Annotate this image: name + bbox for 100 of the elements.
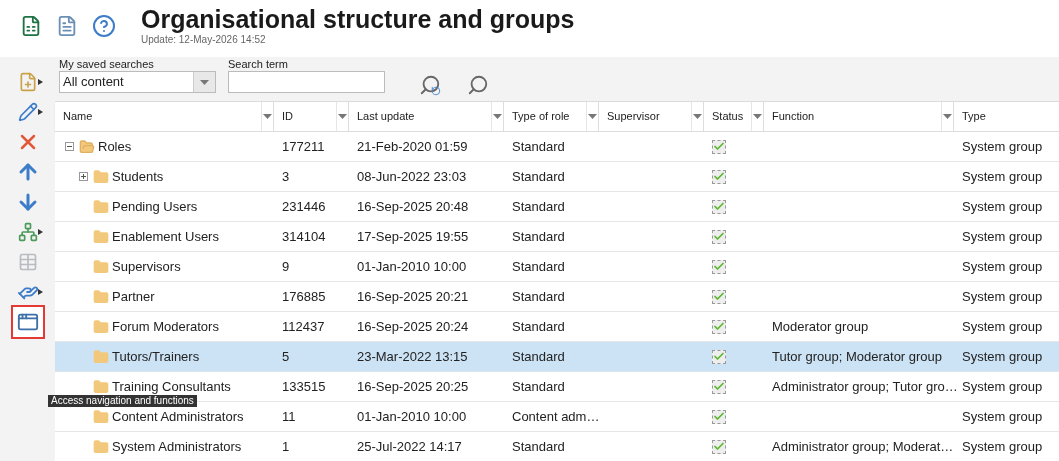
- dropdown-arrow-icon[interactable]: [693, 114, 702, 119]
- dropdown-arrow-icon[interactable]: [588, 114, 597, 119]
- update-timestamp: Update: 12-May-2026 14:52: [141, 34, 267, 46]
- table-cell-text: System group: [962, 437, 1043, 456]
- dropdown-arrow-icon[interactable]: [263, 114, 272, 119]
- table-cell-text: 17-Sep-2025 19:55: [357, 227, 469, 246]
- table-cell-text: 21-Feb-2020 01:59: [357, 137, 468, 156]
- field-label: My saved searches: [59, 58, 155, 71]
- table-cell-text: Moderator group: [772, 317, 869, 336]
- table-cell-text: 11: [282, 407, 296, 426]
- collapse-toggle[interactable]: [65, 142, 74, 151]
- caret-icon: [38, 79, 43, 85]
- table-cell-text: Standard: [512, 347, 565, 366]
- table-cell-text: 231446: [282, 197, 326, 216]
- table-cell-text: 1: [282, 437, 290, 456]
- saved-searches-dropdown[interactable]: All content: [59, 71, 216, 93]
- table-cell-text: 9: [282, 257, 290, 276]
- column-header[interactable]: Type of role: [504, 102, 599, 131]
- table-cell-text: 08-Jun-2022 23:03: [357, 167, 467, 186]
- table-cell-text: 314104: [282, 227, 326, 246]
- dropdown-arrow-icon[interactable]: [943, 114, 952, 119]
- folder-icon: [93, 378, 109, 395]
- table-cell-text: Standard: [512, 197, 565, 216]
- column-header[interactable]: Last update: [349, 102, 504, 131]
- table-cell-text: 16-Sep-2025 20:24: [357, 317, 469, 336]
- folder-icon: [93, 288, 109, 305]
- caret-icon: [38, 289, 43, 295]
- help-icon[interactable]: [92, 14, 116, 38]
- folder-icon: [93, 408, 109, 425]
- group-name: Content Administrators: [112, 407, 244, 426]
- table-cell-text: Standard: [512, 167, 565, 186]
- table-cell-text: System group: [962, 317, 1043, 336]
- group-name: Training Consultants: [112, 377, 231, 396]
- table-cell-text: 112437: [282, 317, 325, 336]
- folder-icon: [93, 258, 109, 275]
- column-header[interactable]: Supervisor: [599, 102, 704, 131]
- page-title: Organisational structure and groups: [141, 4, 575, 34]
- reset-search-icon[interactable]: [419, 74, 441, 96]
- table-cell-text: System group: [962, 377, 1043, 396]
- table-cell-text: 5: [282, 347, 290, 366]
- column-header[interactable]: Name: [55, 102, 274, 131]
- table-cell-text: 16-Sep-2025 20:21: [357, 287, 469, 306]
- table-cell-text: System group: [962, 167, 1043, 186]
- table-cell-text: Standard: [512, 287, 565, 306]
- table-cell-text: Administrator group; Moderat…: [772, 437, 954, 456]
- column-header[interactable]: Type: [954, 102, 1059, 131]
- group-name: Tutors/Trainers: [112, 347, 200, 366]
- table-cell-text: System group: [962, 287, 1043, 306]
- group-name: Forum Moderators: [112, 317, 219, 336]
- search-term-field[interactable]: [228, 71, 385, 93]
- column-header[interactable]: Function: [764, 102, 954, 131]
- column-header[interactable]: Status: [704, 102, 764, 131]
- table-cell-text: Standard: [512, 227, 565, 246]
- table-cell-text: System group: [962, 227, 1043, 246]
- table-row[interactable]: Tutors/Trainers 5 23-Mar-2022 13:15 Standard Tutor group; Moderator group System group: [55, 342, 1059, 372]
- table-cell-text: System group: [962, 347, 1043, 366]
- table-cell-text: 16-Sep-2025 20:25: [357, 377, 469, 396]
- table-cell-text: 16-Sep-2025 20:48: [357, 197, 469, 216]
- table-cell-text: Standard: [512, 137, 565, 156]
- tooltip: Access navigation and functions: [48, 395, 197, 407]
- group-name: Partner: [112, 287, 155, 306]
- table-cell-text: 23-Mar-2022 13:15: [357, 347, 468, 366]
- table-cell-text: 25-Jul-2022 14:17: [357, 437, 462, 456]
- folder-icon: [93, 198, 109, 215]
- column-header[interactable]: ID: [274, 102, 349, 131]
- table-cell-text: Tutor group; Moderator group: [772, 347, 943, 366]
- group-name: System Administrators: [112, 437, 242, 456]
- field-label: Search term: [228, 58, 289, 71]
- group-name: Students: [112, 167, 164, 186]
- folder-icon: [79, 138, 95, 155]
- table-cell-text: System group: [962, 197, 1043, 216]
- spreadsheet-export-icon[interactable]: [20, 15, 42, 37]
- hierarchy-icon[interactable]: [17, 222, 38, 242]
- table-cell-text: Standard: [512, 317, 565, 336]
- dropdown-arrow-icon[interactable]: [338, 114, 347, 119]
- dropdown-arrow-icon[interactable]: [493, 114, 502, 119]
- table-cell-text: 133515: [282, 377, 326, 396]
- table-cell-text: 177211: [282, 137, 325, 156]
- document-export-icon[interactable]: [56, 15, 78, 37]
- table-cell-text: Standard: [512, 377, 565, 396]
- table-cell-text: 3: [282, 167, 290, 186]
- group-name: Roles: [98, 137, 132, 156]
- table-cell-text: System group: [962, 137, 1043, 156]
- group-name: Pending Users: [112, 197, 198, 216]
- table-cell-text: 176885: [282, 287, 326, 306]
- dropdown-arrow-icon[interactable]: [200, 79, 209, 85]
- table-cell-text: Standard: [512, 257, 565, 276]
- table-cell-text: 01-Jan-2010 10:00: [357, 257, 467, 276]
- dropdown-arrow-icon[interactable]: [753, 114, 763, 119]
- search-icon[interactable]: [467, 74, 489, 96]
- folder-icon: [93, 168, 109, 185]
- pencil-icon[interactable]: [17, 102, 38, 122]
- expand-toggle[interactable]: [79, 172, 88, 181]
- caret-icon: [38, 229, 43, 235]
- table-cell-text: System group: [962, 407, 1043, 426]
- folder-icon: [93, 228, 109, 245]
- folder-icon: [93, 348, 109, 365]
- table-cell-text: Content adm…: [512, 407, 600, 426]
- table-cell-text: System group: [962, 257, 1043, 276]
- table-cell-text: 01-Jan-2010 10:00: [357, 407, 467, 426]
